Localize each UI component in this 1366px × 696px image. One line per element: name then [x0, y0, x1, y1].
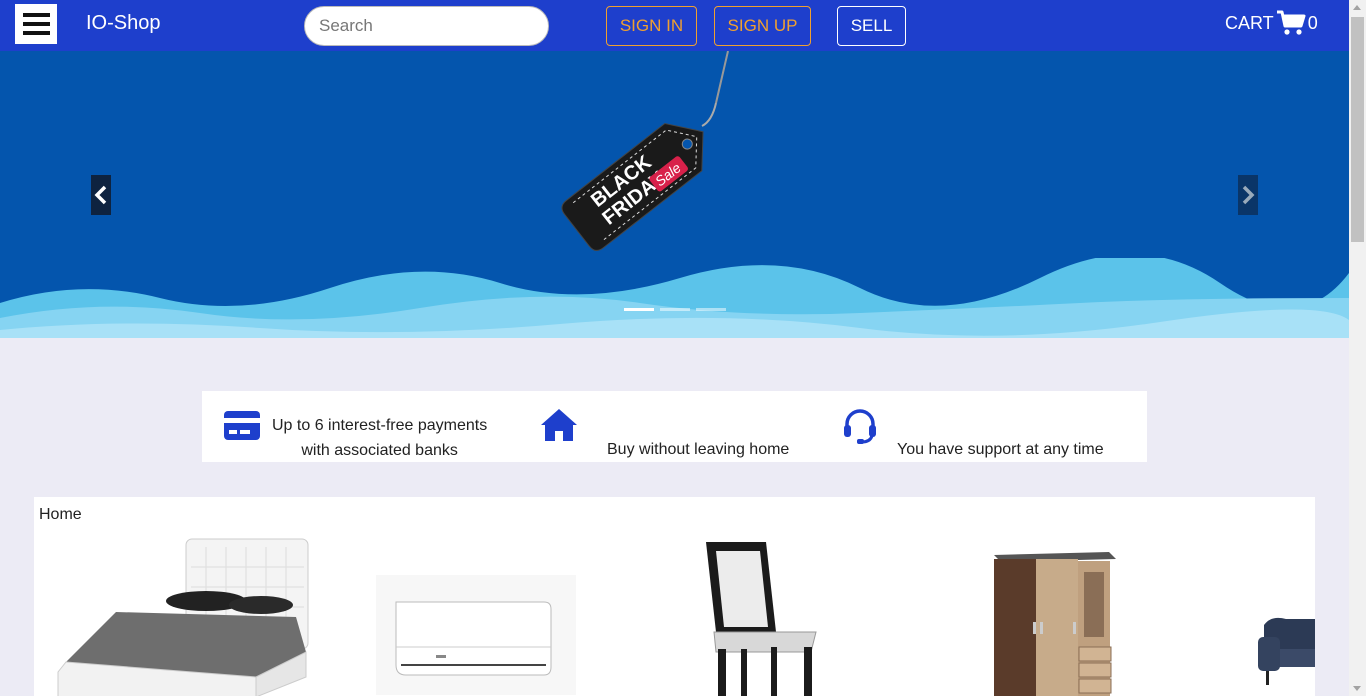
product-wardrobe[interactable]: [989, 537, 1119, 696]
carousel-prev-button[interactable]: [91, 175, 111, 215]
hamburger-icon-bar: [23, 22, 50, 26]
product-chair[interactable]: [696, 537, 831, 696]
cart-count: 0: [1307, 12, 1318, 33]
hamburger-icon-bar: [23, 31, 50, 35]
benefits-bar: Up to 6 interest-free payments with asso…: [202, 391, 1147, 462]
cart-label: CART: [1225, 12, 1274, 33]
products-section: Home: [34, 497, 1315, 696]
carousel-next-button[interactable]: [1238, 175, 1258, 215]
product-air-conditioner[interactable]: [376, 537, 576, 696]
benefit-support: You have support at any time: [897, 414, 1129, 485]
page-scrollbar[interactable]: [1349, 0, 1366, 696]
sofa-image: [1258, 617, 1315, 685]
benefit-installments-line2: with associated banks: [301, 441, 458, 459]
benefit-home: Buy without leaving home: [607, 414, 819, 485]
carousel-indicator-2[interactable]: [660, 308, 690, 311]
brand-logo[interactable]: IO-Shop: [86, 12, 160, 35]
benefit-installments-line1: Up to 6 interest-free payments: [272, 416, 488, 434]
search-input[interactable]: [304, 6, 549, 46]
benefit-home-text: Buy without leaving home: [607, 441, 790, 458]
cart-icon: [1276, 10, 1306, 35]
air-conditioner-image: [376, 575, 576, 695]
chevron-right-icon: [1242, 185, 1255, 205]
benefit-installments: Up to 6 interest-free payments with asso…: [272, 402, 520, 473]
wardrobe-image: [994, 552, 1116, 696]
benefit-support-text: You have support at any time: [897, 441, 1104, 458]
ocean-waves-image: [0, 258, 1349, 338]
breadcrumb[interactable]: Home: [39, 506, 82, 524]
hamburger-icon: [23, 13, 50, 17]
bed-image: [57, 538, 309, 696]
product-bed[interactable]: [56, 537, 316, 696]
home-icon: [541, 409, 577, 441]
scroll-down-arrow-icon[interactable]: [1353, 686, 1361, 691]
headset-icon: [844, 409, 876, 444]
credit-card-icon: [224, 411, 260, 440]
scrollbar-thumb[interactable]: [1351, 17, 1364, 242]
hamburger-menu-button[interactable]: [15, 4, 57, 44]
product-sofa[interactable]: [1256, 537, 1315, 696]
promo-carousel: BLACK FRIDAY Sale: [0, 51, 1349, 338]
chair-image: [706, 542, 817, 696]
top-navbar: IO-Shop SIGN IN SIGN UP SELL CART 0: [0, 0, 1349, 51]
cart-link[interactable]: CART 0: [1225, 10, 1318, 36]
scroll-up-arrow-icon[interactable]: [1353, 5, 1361, 10]
sign-up-button[interactable]: SIGN UP: [714, 6, 811, 46]
sell-button[interactable]: SELL: [837, 6, 906, 46]
carousel-indicators: [624, 308, 726, 311]
chevron-left-icon: [94, 185, 107, 205]
carousel-indicator-3[interactable]: [696, 308, 726, 311]
black-friday-tag-image: BLACK FRIDAY Sale: [561, 51, 729, 251]
carousel-indicator-1[interactable]: [624, 308, 654, 311]
sign-in-button[interactable]: SIGN IN: [606, 6, 697, 46]
